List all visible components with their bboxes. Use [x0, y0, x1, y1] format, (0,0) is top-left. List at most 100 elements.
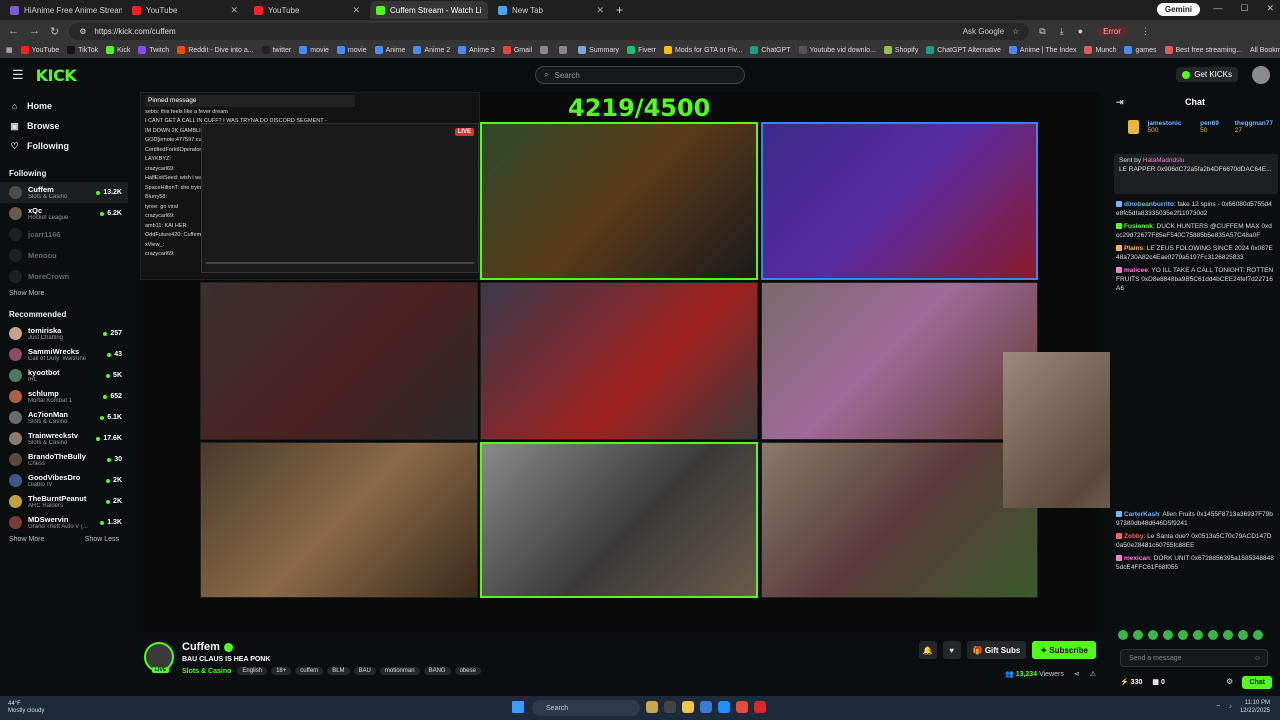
sidebar-channel-tomiriska[interactable]: tomiriska Just Chatting 257 [0, 323, 128, 344]
bookmark-item[interactable]: Summary [578, 46, 619, 54]
collapse-chat-icon[interactable]: ⇥ [1116, 97, 1124, 108]
chat-message[interactable]: mexican: DORK UNIT 0x6728856395a15853488… [1110, 552, 1280, 574]
chat-message[interactable]: Plains: LE ZEUS FOLOWING SINCE 2024 0x08… [1110, 242, 1280, 264]
volume-icon[interactable]: ♪ [1229, 704, 1232, 710]
stream-tag[interactable]: motionman [379, 667, 420, 675]
bookmark-item[interactable]: Fiverr [627, 46, 656, 54]
browser-tab[interactable]: YouTube ✕ [248, 1, 366, 19]
gift-subs-button[interactable]: 🎁 Gift Subs [966, 641, 1027, 659]
chat-settings-icon[interactable]: ⚙ [1226, 677, 1233, 686]
emote-icon[interactable] [1193, 630, 1203, 640]
sidebar-channel-trainwreckstv[interactable]: Trainwreckstv Slots & Casino 17.6K [0, 428, 128, 449]
sidebar-channel-theburntpeanut[interactable]: TheBurntPeanut ARC Raiders 2K [0, 491, 128, 512]
gift-count[interactable]: 0 [1161, 679, 1165, 686]
bookmark-item[interactable]: ChatGPT [750, 46, 791, 54]
browser-tab[interactable]: Cuffem Stream - Watch Li ✕ [370, 1, 488, 19]
streamer-name[interactable]: Cuffem [182, 641, 220, 653]
chat-username[interactable]: Fusionnk [1124, 223, 1153, 230]
apps-grid-icon[interactable]: ▦ [6, 46, 13, 54]
bookmark-item[interactable]: Shopify [883, 46, 918, 54]
share-icon[interactable]: ⋖ [1074, 670, 1080, 678]
sidebar-channel-kyootbot[interactable]: kyootbot IRL 5K [0, 365, 128, 386]
stream-category[interactable]: Slots & Casino [182, 668, 231, 675]
follow-heart-button[interactable]: ♥ [942, 641, 961, 659]
stream-tag[interactable]: 18+ [271, 667, 292, 675]
bookmark-item[interactable]: Gmail [502, 46, 532, 54]
windows-start-icon[interactable] [512, 701, 524, 713]
bookmark-item[interactable]: Twitch [138, 46, 169, 54]
emote-icon[interactable] [1133, 630, 1143, 640]
minimize-icon[interactable]: — [1213, 3, 1222, 14]
emote-icon[interactable] [1163, 630, 1173, 640]
forward-icon[interactable]: → [29, 25, 40, 37]
sidebar-channel-jcarr1166[interactable]: jcarr1166 [0, 224, 128, 245]
back-icon[interactable]: ← [8, 25, 19, 37]
taskbar-app-icon[interactable] [754, 701, 766, 713]
bookmark-item[interactable]: twitter [261, 46, 291, 54]
emoji-icon[interactable]: ☺ [1254, 655, 1261, 662]
bookmark-item[interactable]: Anime 2 [413, 46, 450, 54]
reload-icon[interactable]: ↻ [50, 25, 59, 38]
search-input[interactable]: ⌕ Search [535, 66, 745, 84]
show-more-following[interactable]: Show More [9, 287, 44, 301]
chat-message[interactable]: Fusionnk: DUCK HUNTERS @CUFFEM MAX 0xdcc… [1110, 220, 1280, 242]
extensions-icon[interactable]: ⧉ [1039, 26, 1045, 37]
bookmark-item[interactable]: TikTok [67, 46, 98, 54]
taskbar-search[interactable]: Search [532, 700, 640, 716]
taskbar-app-icon[interactable] [646, 701, 658, 713]
report-icon[interactable]: ⚠ [1090, 670, 1096, 678]
stream-tag[interactable]: BLM [327, 667, 350, 675]
bookmark-item[interactable]: movie [299, 46, 329, 54]
sidebar-channel-goodvibesdro[interactable]: GoodVibesDro Diablo IV 2K [0, 470, 128, 491]
browser-tab[interactable]: HiAnime Free Anime Streaming✕ [4, 1, 122, 19]
stream-tag[interactable]: obese [454, 667, 481, 675]
error-badge[interactable]: Error [1097, 25, 1127, 37]
download-icon[interactable]: ⤓ [1060, 26, 1064, 37]
taskbar-app-icon[interactable] [718, 701, 730, 713]
sidebar-channel-schlump[interactable]: schlump Mortal Kombat 1 652 [0, 386, 128, 407]
emote-icon[interactable] [1148, 630, 1158, 640]
taskbar-app-icon[interactable] [682, 701, 694, 713]
chat-username[interactable]: malicee [1124, 267, 1148, 274]
emote-icon[interactable] [1178, 630, 1188, 640]
show-less-recommended[interactable]: Show Less [85, 533, 119, 547]
stream-tag[interactable]: BANG [423, 667, 451, 675]
profile-icon[interactable]: ● [1078, 26, 1083, 36]
browser-tab[interactable]: New Tab ✕ [492, 1, 610, 19]
sidebar-channel-xqc[interactable]: xQc Rocket League 6.2K [0, 203, 128, 224]
sidebar-nav-browse[interactable]: ▣ Browse [0, 116, 128, 136]
sidebar-channel-morecrown[interactable]: MoreCrown [0, 266, 128, 287]
kick-logo[interactable]: KICK [36, 66, 77, 85]
sidebar-channel-brandothebully[interactable]: BrandoTheBully Chess 30 [0, 449, 128, 470]
chat-username[interactable]: Zobby [1124, 533, 1144, 540]
new-tab-icon[interactable]: + [616, 3, 623, 17]
tab-close-icon[interactable]: ✕ [352, 5, 360, 16]
site-info-icon[interactable]: ⚙ [79, 27, 86, 36]
all-bookmarks-folder[interactable]: All Bookmarks [1250, 47, 1280, 54]
sidebar-channel-mdswervin[interactable]: MDSwervin Grand Theft Auto V (... 1.3K [0, 512, 128, 533]
chat-username[interactable]: dinobeanburrito [1124, 201, 1174, 208]
bookmark-item[interactable] [559, 46, 570, 54]
stream-tag[interactable]: English [237, 667, 268, 675]
bookmark-star-icon[interactable]: ☆ [1012, 27, 1019, 36]
channel-points[interactable]: 330 [1131, 679, 1143, 686]
menu-icon[interactable]: ☰ [12, 67, 24, 83]
clock[interactable]: 11:10 PM 12/22/2025 [1240, 699, 1270, 715]
browser-tab[interactable]: YouTube ✕ [126, 1, 244, 19]
chat-username[interactable]: mexican [1124, 555, 1150, 562]
get-kicks-button[interactable]: Get KICKs [1176, 67, 1238, 82]
emote-icon[interactable] [1238, 630, 1248, 640]
sidebar-channel-ac7ionman[interactable]: Ac7ionMan Slots & Casino 6.1K [0, 407, 128, 428]
chat-username[interactable]: CarterKash [1124, 511, 1159, 518]
leaderboard-entry[interactable]: theggman77 27 [1235, 120, 1280, 134]
bookmark-item[interactable] [540, 46, 551, 54]
sidebar-channel-cuffem[interactable]: Cuffem Slots & Casino 13.2K [0, 182, 128, 203]
bookmark-item[interactable]: movie [336, 46, 367, 54]
chat-username[interactable]: Plains [1124, 245, 1143, 252]
emote-icon[interactable] [1118, 630, 1128, 640]
chat-message[interactable]: Zobby: Le Santa due? 0x0513a5C70c79ACD14… [1110, 530, 1280, 552]
bookmark-item[interactable]: Anime | The Index [1008, 46, 1076, 54]
bookmark-item[interactable]: games [1124, 46, 1157, 54]
show-more-recommended[interactable]: Show More [9, 533, 44, 547]
weather-widget[interactable]: 44°F Mostly cloudy [8, 701, 44, 715]
